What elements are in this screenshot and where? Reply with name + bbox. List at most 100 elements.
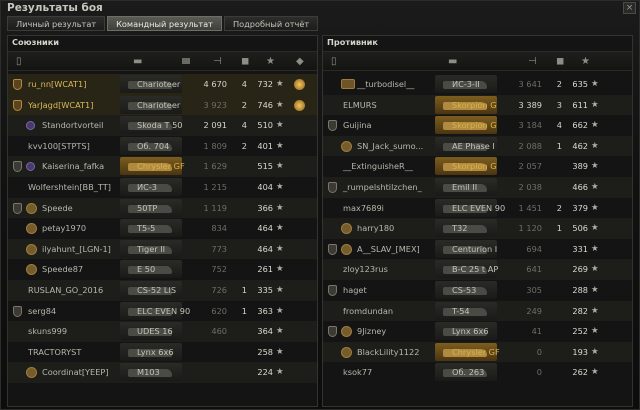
damage-value: 620 bbox=[211, 305, 227, 316]
player-row[interactable]: BlackLility1122 Chrysler GF 0 193 ★ bbox=[323, 341, 632, 363]
player-row[interactable]: TRACTORYST Lynx 6x6 258 ★ bbox=[8, 342, 317, 363]
damage-column-icon[interactable]: ⊣ bbox=[213, 54, 222, 70]
tank-name: AE Phase I bbox=[452, 140, 495, 151]
frags-value: 4 bbox=[241, 120, 247, 131]
player-row[interactable]: haget CS-53 305 288 ★ bbox=[323, 280, 632, 301]
close-button[interactable]: × bbox=[623, 2, 636, 14]
player-row[interactable]: Coordinat[YEEP] M103 224 ★ bbox=[8, 362, 317, 383]
player-row[interactable]: ELMURS Skorpion G 3 389 3 611 ★ bbox=[323, 94, 632, 116]
tab-personal-result[interactable]: Личный результат bbox=[7, 16, 106, 31]
platoon-icon bbox=[13, 79, 22, 90]
damage-value: 2 091 bbox=[203, 120, 227, 131]
exp-value: 258 bbox=[257, 346, 273, 357]
player-row[interactable]: Guijina Skorpion G 3 184 4 662 ★ bbox=[323, 115, 632, 136]
tank-name: ИС-3 bbox=[137, 181, 158, 192]
player-row[interactable]: __turbodisel__ ИС-3-II 3 641 2 635 ★ bbox=[323, 74, 632, 95]
exp-column-icon[interactable]: ★ bbox=[581, 54, 590, 70]
frags-column-icon[interactable]: ◼ bbox=[556, 54, 564, 70]
player-name: fromdundan bbox=[343, 305, 394, 316]
player-name: skuns999 bbox=[28, 326, 68, 337]
window-title: Результаты боя bbox=[7, 2, 103, 14]
player-row[interactable]: ru_nn[WCAT1] Charioteer 4 670 4 732 ★ bbox=[8, 74, 317, 95]
player-name: Guijina bbox=[343, 120, 372, 131]
tank-column-icon[interactable]: ▬ bbox=[133, 54, 142, 70]
frags-value: 2 bbox=[556, 202, 562, 213]
squad-column-icon[interactable]: ▯ bbox=[16, 54, 22, 70]
damage-value: 1 451 bbox=[518, 202, 542, 213]
tank-column-icon[interactable]: ▬ bbox=[448, 54, 457, 70]
player-row[interactable]: YarJagd[WCAT1] Charioteer 3 923 2 746 ★ bbox=[8, 94, 317, 116]
player-row[interactable]: ilyahunt_[LGN-1] Tiger II 773 464 ★ bbox=[8, 238, 317, 260]
exp-star-icon: ★ bbox=[276, 367, 284, 378]
exp-star-icon: ★ bbox=[276, 326, 284, 337]
player-name: ELMURS bbox=[343, 99, 377, 110]
damage-value: 2 088 bbox=[518, 140, 542, 151]
player-row[interactable]: _rumpelshtilzchen_ Emil II 2 038 466 ★ bbox=[323, 176, 632, 198]
tank-name: Skorpion G bbox=[452, 161, 497, 172]
player-row[interactable]: kvv100[STPTS] Об. 704 1 809 2 401 ★ bbox=[8, 136, 317, 157]
exp-star-icon: ★ bbox=[276, 243, 284, 254]
damage-value: 3 389 bbox=[518, 99, 542, 110]
tank-name: Об. 704 bbox=[137, 140, 170, 151]
player-row[interactable]: Speede 50TP 1 119 366 ★ bbox=[8, 197, 317, 219]
player-name: BlackLility1122 bbox=[357, 346, 420, 357]
tab-team-result[interactable]: Командный результат bbox=[107, 16, 222, 31]
player-row[interactable]: fromdundan T-54 249 282 ★ bbox=[323, 300, 632, 322]
player-row[interactable]: skuns999 UDES 16 460 364 ★ bbox=[8, 321, 317, 342]
exp-star-icon: ★ bbox=[591, 326, 599, 337]
player-name: 9Jizney bbox=[357, 326, 387, 337]
tank-name: Skorpion G bbox=[452, 120, 497, 131]
player-row[interactable]: Speede87 E 50 752 261 ★ bbox=[8, 259, 317, 280]
platoon-icon bbox=[13, 202, 22, 214]
exp-star-icon: ★ bbox=[276, 223, 284, 234]
exp-star-icon: ★ bbox=[591, 264, 599, 275]
exp-value: 510 bbox=[257, 120, 273, 131]
tank-name: CS-52 LIS bbox=[137, 284, 177, 295]
frags-value: 1 bbox=[556, 140, 562, 151]
player-row[interactable]: max7689i ELC EVEN 90 1 451 2 379 ★ bbox=[323, 198, 632, 219]
damage-column-icon[interactable]: ⊣ bbox=[528, 54, 537, 70]
frags-value: 4 bbox=[556, 120, 562, 131]
damage-value: 460 bbox=[211, 326, 227, 337]
exp-column-icon[interactable]: ★ bbox=[266, 54, 275, 70]
tab-detailed-report[interactable]: Подробный отчёт bbox=[223, 16, 319, 31]
player-row[interactable]: petay1970 T5-5 834 464 ★ bbox=[8, 218, 317, 239]
player-name: Speede bbox=[42, 202, 73, 213]
player-row[interactable]: A__SLAV_[MEX] Centurion I 694 331 ★ bbox=[323, 239, 632, 260]
player-row[interactable]: 9Jizney Lynx 6x6 41 252 ★ bbox=[323, 321, 632, 342]
exp-value: 611 bbox=[572, 99, 588, 110]
achievement-column-icon[interactable]: ◆ bbox=[296, 54, 304, 70]
damage-value: 0 bbox=[536, 367, 542, 378]
player-row[interactable]: serg84 ELC EVEN 90 620 1 363 ★ bbox=[8, 301, 317, 322]
allies-list: ru_nn[WCAT1] Charioteer 4 670 4 732 ★ YarJagd[… bbox=[8, 74, 317, 383]
exp-star-icon: ★ bbox=[591, 181, 599, 192]
player-row[interactable]: ksok77 Об. 263 0 262 ★ bbox=[323, 362, 632, 383]
achievement-icon bbox=[26, 264, 37, 276]
player-row[interactable]: Kaiserina_fafka Chrysler GF 1 629 515 ★ bbox=[8, 156, 317, 177]
achievement-icon bbox=[341, 243, 352, 255]
frags-column-icon[interactable]: ◼ bbox=[241, 54, 249, 70]
player-name: kvv100[STPTS] bbox=[28, 140, 90, 151]
frags-value: 3 bbox=[556, 99, 562, 110]
tank-name: ИС-3-II bbox=[452, 79, 480, 89]
achievement-icon bbox=[26, 243, 37, 255]
player-row[interactable]: RUSLAN_GO_2016 CS-52 LIS 726 1 335 ★ bbox=[8, 279, 317, 301]
squad-column-icon[interactable]: ▯ bbox=[331, 54, 337, 70]
exp-star-icon: ★ bbox=[276, 161, 284, 172]
player-row[interactable]: Standortvorteil Skoda T 50 2 091 4 510 ★ bbox=[8, 115, 317, 136]
player-row[interactable]: Wolfershtein[BB_TT] ИС-3 1 215 404 ★ bbox=[8, 177, 317, 198]
platoon-icon bbox=[328, 284, 337, 296]
player-row[interactable]: harry180 T32 1 120 1 506 ★ bbox=[323, 218, 632, 239]
allies-title: Союзники bbox=[12, 37, 60, 47]
player-row[interactable]: __ExtinguisheR__ Skorpion G 2 057 389 ★ bbox=[323, 156, 632, 177]
player-row[interactable]: SN_Jack_sumo... AE Phase I 2 088 1 462 ★ bbox=[323, 135, 632, 157]
achievement-icon bbox=[341, 346, 352, 358]
achievement-icon bbox=[26, 202, 37, 214]
exp-value: 282 bbox=[572, 305, 588, 316]
exp-star-icon: ★ bbox=[276, 202, 284, 213]
player-name: ksok77 bbox=[343, 367, 373, 378]
player-row[interactable]: zloy123rus B-C 25 t AP 641 269 ★ bbox=[323, 259, 632, 280]
tank-name: Lynx 6x6 bbox=[137, 346, 174, 357]
platoon-icon bbox=[13, 99, 22, 111]
player-name: SN_Jack_sumo... bbox=[357, 140, 424, 151]
